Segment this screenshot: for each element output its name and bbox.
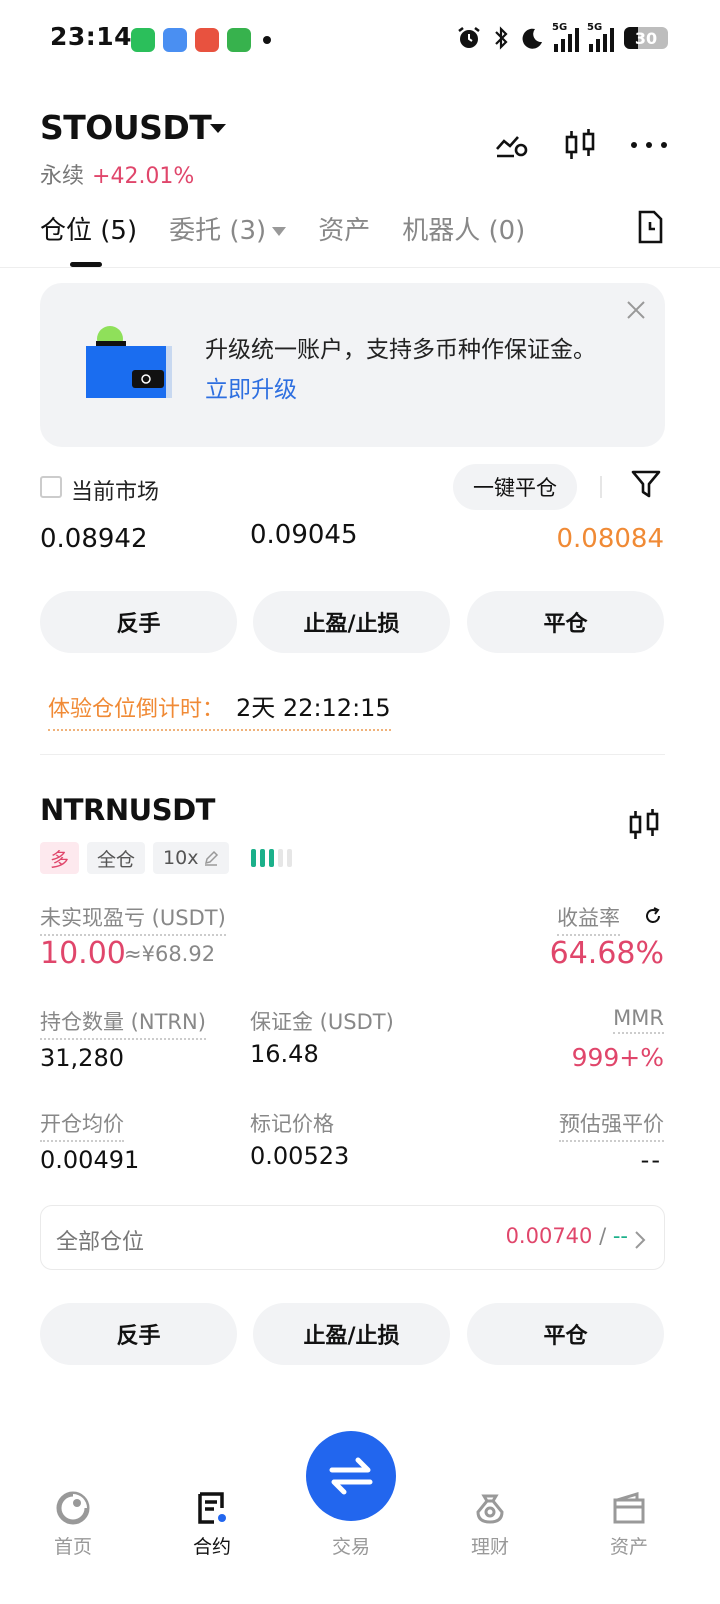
banner-text: 升级统一账户，支持多币种作保证金。	[205, 337, 596, 363]
divider	[40, 754, 665, 755]
position-symbol[interactable]: NTRNUSDT	[40, 793, 215, 827]
history-icon[interactable]	[636, 210, 664, 244]
status-time: 23:14	[50, 22, 133, 51]
countdown-value: 2天 22:12:15	[236, 694, 391, 722]
trial-countdown[interactable]: 体验仓位倒计时： 2天 22:12:15	[48, 688, 391, 731]
tab-assets[interactable]: 资产	[318, 210, 370, 247]
close-icon[interactable]	[626, 300, 646, 320]
wechat-icon	[131, 28, 155, 52]
margin-value: 16.48	[250, 1040, 319, 1068]
reverse-button[interactable]: 反手	[40, 1303, 237, 1365]
position-tags: 多 全仓 10x	[40, 842, 293, 874]
contract-type-label: 永续	[40, 164, 85, 189]
margin-label: 保证金 (USDT)	[250, 1010, 394, 1034]
close-position-button[interactable]: 平仓	[467, 591, 664, 653]
weather-icon	[163, 28, 187, 52]
nav-trade[interactable]: 交易	[301, 1528, 401, 1559]
unrealized-pnl-value: 10.00	[40, 936, 126, 971]
home-icon	[56, 1491, 90, 1525]
liquidation-price-label[interactable]: 预估强平价	[559, 1108, 664, 1142]
symbol-subtitle: 永续 +42.01%	[40, 158, 194, 190]
entry-price-label[interactable]: 开仓均价	[40, 1108, 124, 1142]
quantity-value: 31,280	[40, 1044, 124, 1072]
bluetooth-icon	[495, 26, 508, 50]
swap-icon	[329, 1457, 373, 1495]
system-icons: 5G 5G 30	[456, 22, 668, 52]
tab-bots[interactable]: 机器人 (0)	[402, 210, 525, 247]
filter-icon[interactable]	[630, 468, 662, 500]
countdown-label: 体验仓位倒计时：	[48, 697, 225, 722]
tab-orders[interactable]: 委托 (3)	[169, 210, 287, 247]
more-icon[interactable]	[630, 141, 668, 149]
alarm-icon	[458, 27, 480, 48]
header-actions	[494, 128, 668, 162]
roe-value: 64.68%	[549, 936, 664, 971]
signal-icon-1: 5G	[552, 22, 579, 52]
strategy-icon[interactable]	[494, 129, 530, 161]
divider	[0, 267, 720, 268]
nav-home[interactable]: 首页	[23, 1488, 123, 1559]
refresh-icon[interactable]	[643, 906, 663, 926]
contract-icon	[198, 1492, 226, 1524]
nav-contract[interactable]: 合约	[162, 1488, 262, 1559]
messages-icon	[227, 28, 251, 52]
upgrade-now-link[interactable]: 立即升级	[205, 370, 297, 404]
leverage-badge[interactable]: 10x	[153, 842, 230, 874]
unrealized-pnl-label[interactable]: 未实现盈亏 (USDT)	[40, 902, 226, 936]
chevron-down-icon	[272, 227, 287, 236]
margin-mode-badge: 全仓	[87, 842, 146, 874]
close-position-button[interactable]: 平仓	[467, 1303, 664, 1365]
divider	[600, 476, 602, 498]
leverage-risk-bars	[251, 849, 293, 867]
symbol-selector[interactable]: STOUSDT	[40, 108, 212, 147]
all-positions-label: 全部仓位	[56, 1230, 145, 1255]
position-value-1: 0.08942	[40, 524, 148, 554]
tab-positions[interactable]: 仓位 (5)	[40, 210, 137, 247]
position-value-3: 0.08084	[556, 524, 664, 554]
wallet-illustration-icon	[86, 326, 172, 398]
mark-price-value: 0.00523	[250, 1142, 350, 1170]
roe-label[interactable]: 收益率	[557, 902, 620, 936]
notification-icons	[131, 28, 271, 52]
tp-sl-button[interactable]: 止盈/止损	[253, 591, 450, 653]
reverse-button[interactable]: 反手	[40, 591, 237, 653]
chevron-down-icon[interactable]	[210, 124, 226, 133]
mmr-label[interactable]: MMR	[613, 1006, 664, 1034]
all-positions-value: 0.00740 / --	[505, 1224, 628, 1248]
side-badge: 多	[40, 842, 80, 874]
position-tabs: 仓位 (5) 委托 (3) 资产 机器人 (0)	[40, 210, 525, 247]
candlestick-chart-icon[interactable]	[628, 808, 660, 842]
quantity-label[interactable]: 持仓数量 (NTRN)	[40, 1006, 206, 1040]
close-all-button[interactable]: 一键平仓	[453, 464, 577, 510]
mark-price-label: 标记价格	[250, 1112, 334, 1136]
candlestick-chart-icon[interactable]	[564, 128, 596, 162]
current-market-checkbox[interactable]	[40, 476, 62, 498]
trade-fab-button[interactable]	[306, 1431, 396, 1521]
tp-sl-button[interactable]: 止盈/止损	[253, 1303, 450, 1365]
wallet-icon	[613, 1491, 645, 1524]
position-value-2: 0.09045	[250, 520, 358, 550]
edit-icon	[205, 850, 219, 866]
nav-earn[interactable]: 理财	[440, 1488, 540, 1559]
earn-icon	[476, 1494, 504, 1524]
more-notifications-icon	[263, 36, 271, 44]
chevron-right-icon	[635, 1231, 646, 1249]
signal-icon-2: 5G	[587, 22, 614, 52]
moon-icon	[522, 28, 542, 49]
mmr-value: 999+%	[571, 1043, 664, 1072]
battery-indicator: 30	[624, 27, 668, 49]
nav-assets[interactable]: 资产	[579, 1488, 679, 1559]
game-app-icon	[195, 28, 219, 52]
current-market-label[interactable]: 当前市场	[71, 474, 159, 506]
liquidation-price-value: --	[640, 1146, 662, 1174]
entry-price-value: 0.00491	[40, 1146, 140, 1174]
change-percent: +42.01%	[92, 164, 195, 189]
unrealized-pnl-cny: ≈¥68.92	[124, 942, 216, 966]
